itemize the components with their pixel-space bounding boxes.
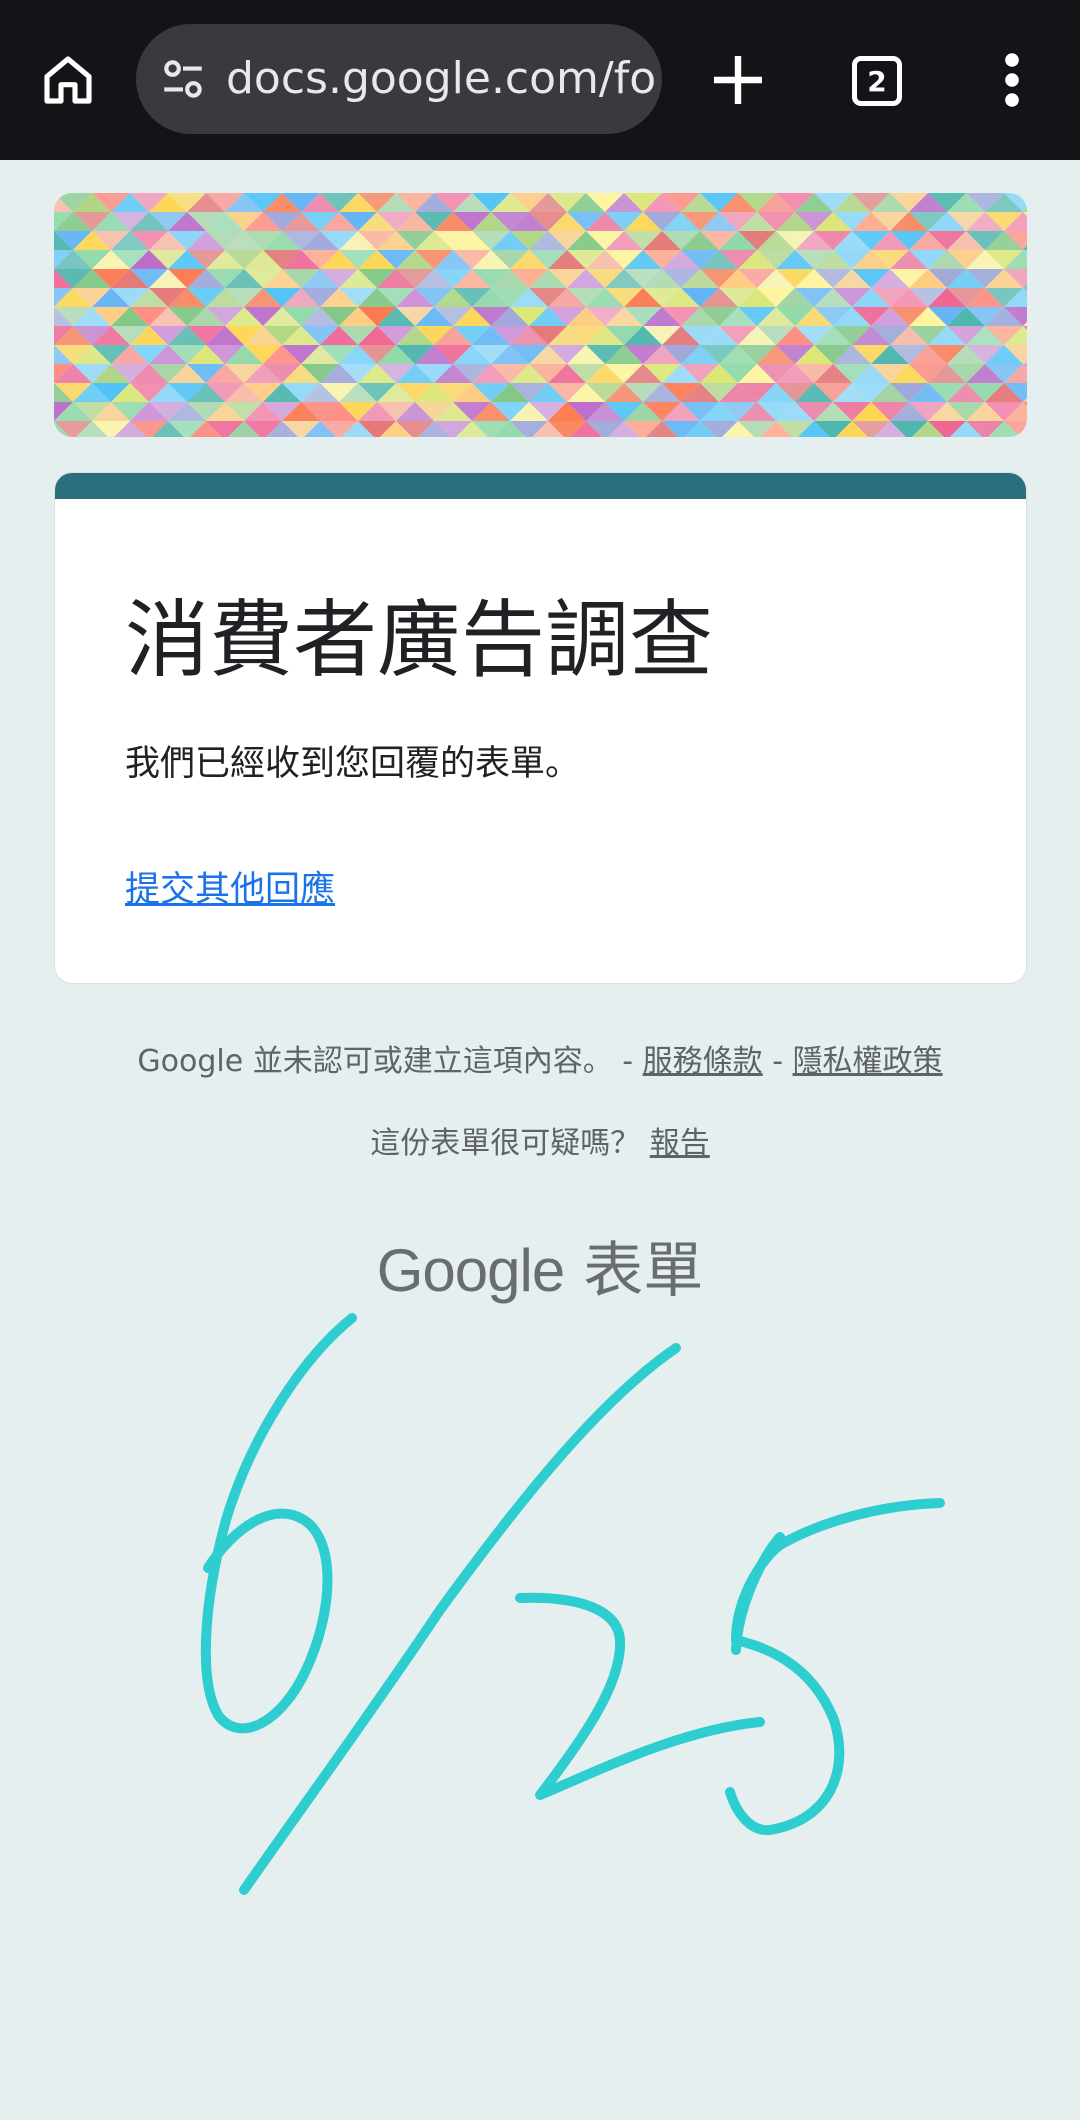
home-button[interactable] [34,46,102,114]
ink-digit-five [725,1498,945,1836]
tab-count: 2 [867,64,887,98]
tune-icon[interactable] [158,54,208,104]
url-text[interactable]: docs.google.com/forms [226,24,656,134]
handwritten-date-annotation [200,1313,945,1895]
report-link[interactable]: 報告 [650,1126,710,1161]
report-question: 這份表單很可疑嗎？ [370,1126,650,1161]
privacy-policy-link[interactable]: 隱私權政策 [793,1044,943,1079]
confirmation-card: 消費者廣告調查 我們已經收到您回覆的表單。 提交其他回應 [54,472,1027,984]
terms-of-service-link[interactable]: 服務條款 [643,1044,763,1079]
card-accent-bar [55,473,1026,499]
form-header-banner [54,193,1027,437]
form-title: 消費者廣告調查 [125,591,714,689]
ink-digit-six [200,1313,357,1734]
footer-separator: - [762,1044,793,1079]
home-icon [44,56,92,104]
ink-digit-two [515,1592,765,1800]
browser-toolbar: docs.google.com/forms 2 [0,0,1080,160]
report-row: 這份表單很可疑嗎？ 報告 [0,1118,1080,1162]
confirmation-message: 我們已經收到您回覆的表單。 [125,744,581,784]
address-bar[interactable]: docs.google.com/forms [136,24,662,134]
disclaimer-label: Google 並未認可或建立這項內容。 - [137,1044,643,1079]
submit-another-response-link[interactable]: 提交其他回應 [125,861,335,912]
plus-icon[interactable] [706,48,770,112]
more-vert-icon[interactable] [988,52,1036,108]
tab-switcher-button[interactable]: 2 [852,56,902,106]
disclaimer-text: Google 並未認可或建立這項內容。 - 服務條款 - 隱私權政策 [0,1036,1080,1080]
